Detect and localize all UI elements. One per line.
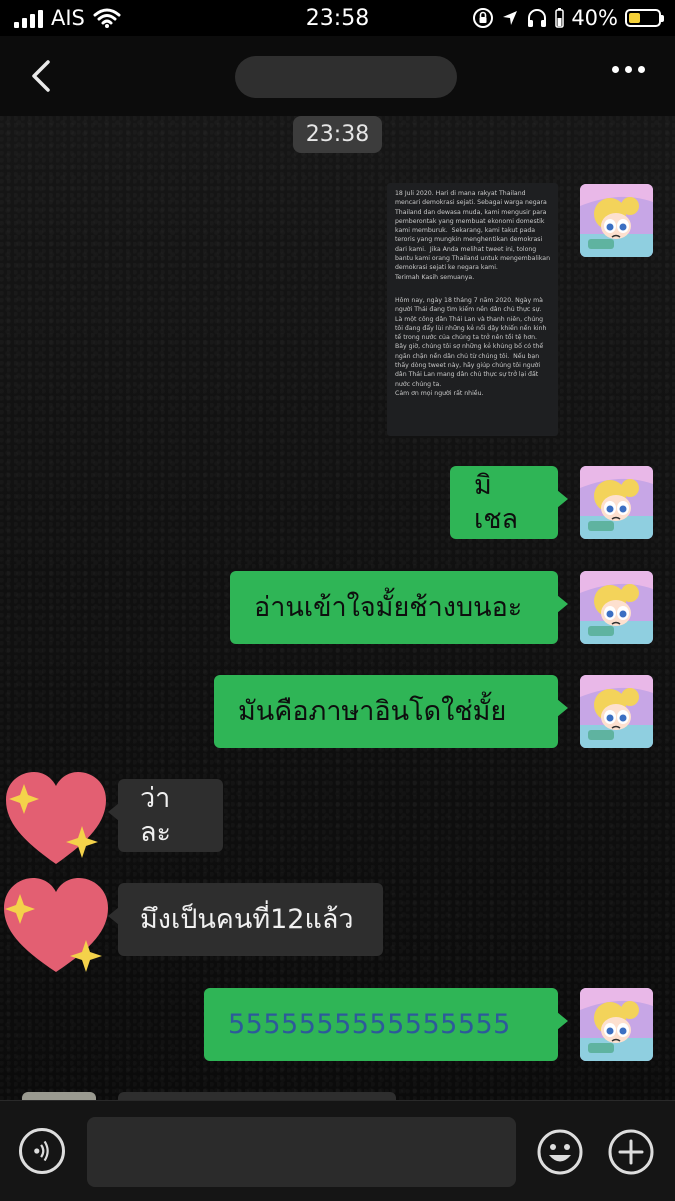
avatar[interactable] bbox=[580, 988, 653, 1061]
chevron-left-icon[interactable] bbox=[26, 54, 66, 98]
message-bubble-received[interactable]: ว่าละ bbox=[108, 779, 223, 852]
message-text: อ่านเข้าใจมั้ยช้างบนอะ bbox=[254, 591, 523, 623]
message-text: มึงเป็นคนที่12แล้ว bbox=[140, 903, 354, 935]
more-dots-icon[interactable] bbox=[612, 66, 645, 73]
emoji-icon[interactable] bbox=[536, 1128, 584, 1176]
message-bubble-sent[interactable]: มิเชล bbox=[450, 466, 568, 539]
message-text: มิเชล bbox=[474, 469, 519, 535]
message-input[interactable] bbox=[87, 1117, 516, 1187]
chat-title-redacted bbox=[235, 56, 457, 98]
avatar[interactable] bbox=[580, 571, 653, 644]
plus-icon[interactable] bbox=[607, 1128, 655, 1176]
message-bubble-sent[interactable]: มันคือภาษาอินโดใช่มั้ย bbox=[214, 675, 568, 748]
tweet-paragraph-vietnamese: Hôm nay, ngày 18 tháng 7 năm 2020. Ngày … bbox=[395, 296, 547, 397]
cartoon-avatar-icon bbox=[580, 466, 653, 539]
sparkling-heart-avatar[interactable] bbox=[2, 768, 110, 868]
voice-icon[interactable] bbox=[19, 1128, 65, 1174]
message-bubble-sent[interactable]: 5555555555555555 bbox=[204, 988, 568, 1061]
chat-header bbox=[0, 36, 675, 116]
avatar[interactable] bbox=[580, 184, 653, 257]
message-text: ว่าละ bbox=[140, 782, 172, 848]
tweet-screenshot-image[interactable]: 18 Juli 2020. Hari di mana rakyat Thaila… bbox=[387, 183, 558, 436]
status-time: 23:58 bbox=[305, 6, 370, 31]
avatar[interactable] bbox=[580, 675, 653, 748]
cartoon-avatar-icon bbox=[580, 988, 653, 1061]
tweet-paragraph-indonesian: 18 Juli 2020. Hari di mana rakyat Thaila… bbox=[395, 190, 551, 281]
sparkling-heart-avatar[interactable] bbox=[0, 874, 112, 976]
status-bar: AIS 23:58 40% bbox=[0, 0, 675, 36]
message-text: มันคือภาษาอินโดใช่มั้ย bbox=[238, 695, 507, 727]
chat-area[interactable]: 23:38 18 Juli 2020. Hari di mana rakyat … bbox=[0, 116, 675, 1100]
cartoon-avatar-icon bbox=[580, 184, 653, 257]
timestamp-badge: 23:38 bbox=[293, 116, 382, 153]
cartoon-avatar-icon bbox=[580, 571, 653, 644]
message-bubble-received[interactable]: มึงเป็นคนที่12แล้ว bbox=[108, 883, 383, 956]
avatar[interactable] bbox=[580, 466, 653, 539]
message-bubble-sent[interactable]: อ่านเข้าใจมั้ยช้างบนอะ bbox=[230, 571, 568, 644]
cartoon-avatar-icon bbox=[580, 675, 653, 748]
message-text: 5555555555555555 bbox=[228, 1008, 511, 1040]
input-bar bbox=[0, 1100, 675, 1201]
battery-icon bbox=[625, 9, 664, 27]
